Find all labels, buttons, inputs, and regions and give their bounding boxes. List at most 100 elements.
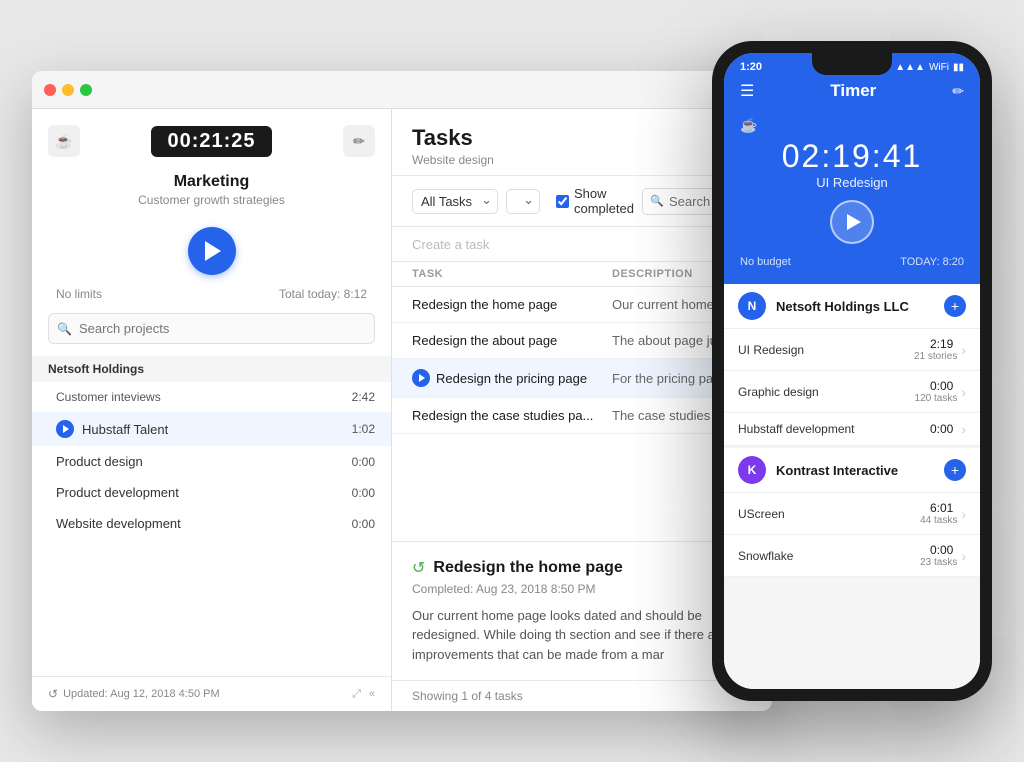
collapse-icon[interactable]: « (369, 688, 375, 701)
phone-project-sub: 21 stories (914, 351, 957, 362)
project-item-name: Hubstaff Talent (82, 422, 168, 437)
signal-icon: ▲▲▲ (895, 62, 925, 73)
window-body: ☕ 00:21:25 ✏ Marketing Customer growth s… (32, 109, 772, 711)
phone-project-col: 2:19 21 stories (914, 337, 957, 362)
list-item[interactable]: Graphic design 0:00 120 tasks › (724, 371, 980, 413)
phone-group-header[interactable]: K Kontrast Interactive + (724, 448, 980, 493)
task-detail-title: Redesign the home page (433, 559, 622, 577)
project-item-time: 0:00 (352, 455, 375, 469)
phone-no-budget: No budget (740, 256, 791, 268)
coffee-icon[interactable]: ☕ (48, 125, 80, 157)
edit-icon[interactable]: ✏ (343, 125, 375, 157)
list-item[interactable]: Hubstaff Talent 1:02 (32, 412, 391, 446)
all-tasks-select[interactable]: All Tasks (412, 189, 498, 214)
list-item[interactable]: Customer inteviews 2:42 (32, 382, 391, 412)
phone-timer-project: UI Redesign (816, 175, 888, 190)
phone-screen: 1:20 ▲▲▲ WiFi ▮▮ ☰ Timer ✏ ☕ 02:19:41 UI… (724, 53, 980, 689)
phone-project-sub: 44 tasks (920, 515, 957, 526)
show-completed-label: Show completed (556, 186, 634, 216)
project-info: Marketing Customer growth strategies (32, 165, 391, 219)
list-item[interactable]: Website development 0:00 (32, 508, 391, 539)
phone-project-col: 0:00 120 tasks (915, 379, 958, 404)
phone-timer-section: ☕ 02:19:41 UI Redesign No budget TODAY: … (724, 109, 980, 284)
total-today-label: Total today: 8:12 (279, 287, 367, 301)
project-subtitle: Customer growth strategies (32, 193, 391, 207)
phone-time: 1:20 (740, 61, 762, 73)
close-button[interactable] (44, 84, 56, 96)
list-item[interactable]: Product design 0:00 (32, 446, 391, 477)
project-item-time: 1:02 (352, 422, 375, 436)
maximize-button[interactable] (80, 84, 92, 96)
phone-group-add-button[interactable]: + (944, 295, 966, 317)
phone-edit-icon[interactable]: ✏ (952, 83, 964, 100)
phone-timer-time: 02:19:41 (782, 138, 923, 175)
list-item[interactable]: UI Redesign 2:19 21 stories › (724, 329, 980, 371)
phone-project-col: 6:01 44 tasks (920, 501, 957, 526)
sidebar-group-header: Netsoft Holdings (32, 356, 391, 382)
task-name: Redesign the case studies pa... (412, 408, 612, 423)
list-item[interactable]: Snowflake 0:00 23 tasks › (724, 535, 980, 577)
phone-project-name: Snowflake (738, 549, 920, 563)
project-item-name: Product development (56, 485, 352, 500)
list-item[interactable]: UScreen 6:01 44 tasks › (724, 493, 980, 535)
project-item-name: Product design (56, 454, 352, 469)
refresh-icon: ↺ (48, 687, 58, 701)
search-box: 🔍 (48, 313, 375, 344)
task-play-button[interactable] (412, 369, 430, 387)
avatar: K (738, 456, 766, 484)
sidebar-footer: ↺ Updated: Aug 12, 2018 4:50 PM ⤢ « (32, 676, 391, 711)
phone-project-time: 0:00 (930, 422, 953, 436)
chevron-right-icon: › (961, 384, 966, 400)
phone-project-time: 2:19 (930, 337, 953, 351)
play-button-area (32, 219, 391, 283)
phone-project-time: 6:01 (930, 501, 953, 515)
phone-group-name: Kontrast Interactive (776, 463, 944, 478)
project-name: Marketing (32, 173, 391, 191)
phone-group: K Kontrast Interactive + UScreen 6:01 44… (724, 448, 980, 577)
phone-project-sub: 23 tasks (920, 557, 957, 568)
phone-play-button[interactable] (830, 200, 874, 244)
chevron-right-icon: › (961, 506, 966, 522)
task-name: Redesign the home page (412, 297, 612, 312)
list-item[interactable]: Product development 0:00 (32, 477, 391, 508)
phone-group-add-button[interactable]: + (944, 459, 966, 481)
phone-today: TODAY: 8:20 (900, 256, 964, 268)
sidebar-stats: No limits Total today: 8:12 (32, 283, 391, 313)
search-projects-input[interactable] (48, 313, 375, 344)
active-play-icon (56, 420, 74, 438)
phone-group: N Netsoft Holdings LLC + UI Redesign 2:1… (724, 284, 980, 446)
play-icon (419, 374, 425, 382)
phone-project-sub: 120 tasks (915, 393, 958, 404)
minimize-button[interactable] (62, 84, 74, 96)
phone-notch (812, 53, 892, 75)
battery-icon: ▮▮ (953, 62, 964, 73)
chevron-right-icon: › (961, 548, 966, 564)
project-item-time: 0:00 (352, 517, 375, 531)
filter-select-wrap: All Tasks (412, 189, 498, 214)
phone-group-header[interactable]: N Netsoft Holdings LLC + (724, 284, 980, 329)
phone-play-icon (847, 214, 861, 230)
sidebar: ☕ 00:21:25 ✏ Marketing Customer growth s… (32, 109, 392, 711)
tasks-title: Tasks (412, 125, 752, 151)
list-item[interactable]: Hubstaff development 0:00 › (724, 413, 980, 446)
task-name: Redesign the pricing page (412, 369, 612, 387)
completed-icon: ↺ (412, 558, 425, 578)
timer-display: 00:21:25 (151, 126, 271, 157)
task-detail-title-row: ↺ Redesign the home page (412, 558, 752, 578)
second-select[interactable] (506, 189, 540, 214)
show-completed-text: Show completed (574, 186, 634, 216)
search-tasks-icon: 🔍 (650, 195, 664, 208)
project-item-name: Customer inteviews (56, 390, 161, 404)
show-completed-checkbox[interactable] (556, 195, 569, 208)
phone-coffee-icon: ☕ (740, 117, 757, 134)
search-icon: 🔍 (57, 322, 72, 336)
phone-status-icons: ▲▲▲ WiFi ▮▮ (895, 62, 964, 73)
project-item-name: Website development (56, 516, 352, 531)
play-button[interactable] (188, 227, 236, 275)
task-detail-date: Completed: Aug 23, 2018 8:50 PM (412, 582, 752, 596)
expand-icon[interactable]: ⤢ (352, 688, 361, 701)
window-titlebar: ··· (32, 71, 772, 109)
hamburger-icon[interactable]: ☰ (740, 81, 754, 101)
phone-budget-row: No budget TODAY: 8:20 (740, 256, 964, 268)
phone-frame: 1:20 ▲▲▲ WiFi ▮▮ ☰ Timer ✏ ☕ 02:19:41 UI… (712, 41, 992, 701)
